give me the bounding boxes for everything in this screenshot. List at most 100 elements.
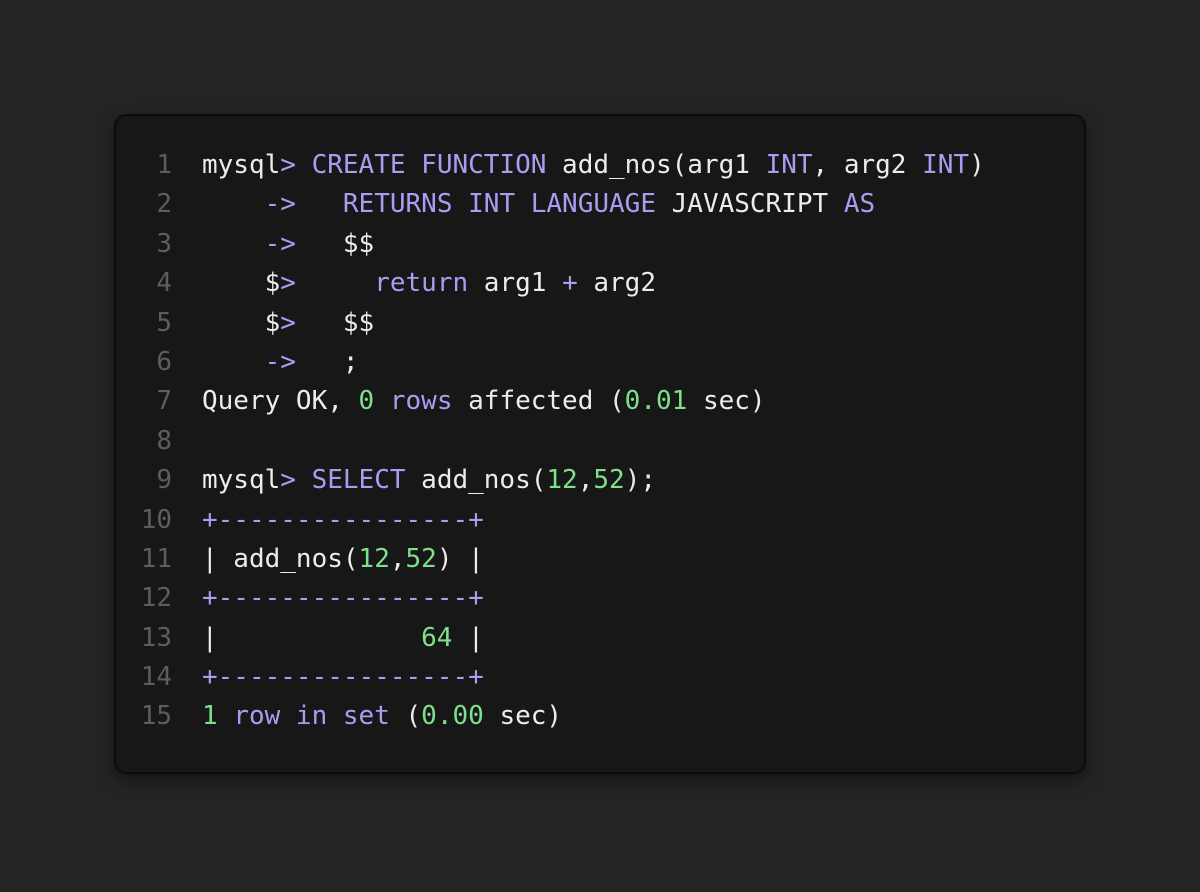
code-text: -> $$ (202, 225, 375, 264)
code-card: 1 mysql> CREATE FUNCTION add_nos(arg1 INT… (116, 116, 1084, 772)
number-token: 52 (593, 465, 625, 496)
code-text: +----------------+ (202, 658, 484, 697)
line-number: 5 (156, 307, 172, 338)
text-token: $ (202, 307, 281, 338)
line-number: 8 (156, 425, 172, 456)
line-number: 13 (140, 622, 172, 653)
text-token: affected ( (452, 386, 625, 417)
text-token: , arg2 (812, 150, 923, 180)
code-block: 1 mysql> CREATE FUNCTION add_nos(arg1 INT… (116, 146, 1084, 737)
keyword-token: INT (765, 150, 813, 180)
code-text: $> return arg1 + arg2 (202, 264, 656, 303)
code-text: Query OK, 0 rows affected (0.01 sec) (202, 382, 766, 421)
code-line: 14 +----------------+ (116, 658, 1084, 697)
text-token: sec) (687, 386, 766, 417)
code-line: 1 mysql> CREATE FUNCTION add_nos(arg1 INT… (116, 146, 1084, 185)
line-number: 4 (156, 268, 172, 299)
text-token: sec) (483, 701, 563, 732)
text-token: $$ (295, 307, 375, 338)
keyword-token: RETURNS INT LANGUAGE (342, 189, 656, 220)
code-text: | add_nos(12,52) | (202, 540, 484, 579)
keyword-token: SELECT (311, 465, 406, 496)
number-token: 0 (358, 386, 375, 417)
number-token: 12 (358, 543, 390, 574)
code-text: -> ; (202, 343, 359, 382)
keyword-token: CREATE FUNCTION (311, 150, 547, 180)
canvas: 1 mysql> CREATE FUNCTION add_nos(arg1 INT… (0, 0, 1200, 892)
code-line: 7 Query OK, 0 rows affected (0.01 sec) (116, 382, 1084, 421)
line-number: 15 (140, 701, 172, 732)
line-number: 3 (156, 228, 172, 259)
code-text: +----------------+ (202, 579, 484, 618)
text-token: arg2 (577, 268, 656, 299)
code-line: 4 $> return arg1 + arg2 (116, 264, 1084, 303)
text-token: , (577, 465, 594, 496)
text-token: ; (295, 346, 359, 377)
keyword-token: return (374, 268, 469, 299)
keyword-token: +----------------+ (202, 504, 484, 535)
line-number: 6 (156, 346, 172, 377)
code-line: 10 +----------------+ (116, 501, 1084, 540)
code-line: 2 -> RETURNS INT LANGUAGE JAVASCRIPT AS (116, 185, 1084, 224)
keyword-token: > (280, 268, 296, 299)
code-line: 5 $> $$ (116, 304, 1084, 343)
keyword-token: row in set (233, 701, 390, 732)
code-line: 9 mysql> SELECT add_nos(12,52); (116, 461, 1084, 500)
number-token: 52 (405, 543, 437, 574)
text-token: ) (969, 150, 985, 180)
code-text: $> $$ (202, 304, 375, 343)
code-text: 1 row in set (0.00 sec) (202, 697, 562, 736)
text-token: | add_nos( (202, 543, 359, 574)
keyword-token: > (280, 307, 296, 338)
text-token: ( (389, 701, 422, 732)
number-token: 12 (546, 465, 578, 496)
number-token: 0.01 (624, 386, 688, 417)
code-text: | 64 | (202, 619, 484, 658)
text-token: ) | (436, 543, 484, 574)
keyword-token: > (280, 465, 312, 496)
code-text: mysql> SELECT add_nos(12,52); (202, 461, 656, 500)
line-number: 1 (156, 150, 172, 180)
number-token: 1 (202, 701, 218, 732)
line-number: 11 (140, 543, 172, 574)
text-token: mysql (202, 150, 281, 180)
line-number: 14 (140, 662, 172, 693)
code-line: 13 | 64 | (116, 619, 1084, 658)
keyword-token: +----------------+ (202, 583, 484, 614)
text-token: | (202, 622, 422, 653)
code-line: 12 +----------------+ (116, 579, 1084, 618)
keyword-token: +----------------+ (202, 662, 484, 693)
code-line: 15 1 row in set (0.00 sec) (116, 697, 1084, 736)
keyword-token: > (280, 150, 312, 180)
text-token: $ (202, 268, 281, 299)
line-number: 9 (156, 465, 172, 496)
code-text: +----------------+ (202, 501, 484, 540)
text-token: | (452, 622, 484, 653)
code-text: mysql> CREATE FUNCTION add_nos(arg1 INT,… (202, 146, 985, 185)
keyword-token: -> (264, 228, 296, 259)
code-line: 8 (116, 422, 1084, 461)
text-token: Query OK, (202, 386, 359, 417)
code-line: 3 -> $$ (116, 225, 1084, 264)
number-token: 64 (421, 622, 453, 653)
text-token: add_nos(arg1 (546, 150, 766, 180)
line-number: 12 (140, 583, 172, 614)
text-token: mysql (202, 465, 281, 496)
keyword-token: INT (922, 150, 970, 180)
line-number: 10 (140, 504, 172, 535)
number-token: 0.00 (421, 701, 484, 732)
code-text: -> RETURNS INT LANGUAGE JAVASCRIPT AS (202, 185, 876, 224)
code-line: 11 | add_nos(12,52) | (116, 540, 1084, 579)
text-token: , (389, 543, 406, 574)
line-number: 7 (156, 386, 172, 417)
keyword-token: rows (389, 386, 453, 417)
text-token: arg1 (468, 268, 563, 299)
text-token: JAVASCRIPT (655, 189, 844, 220)
